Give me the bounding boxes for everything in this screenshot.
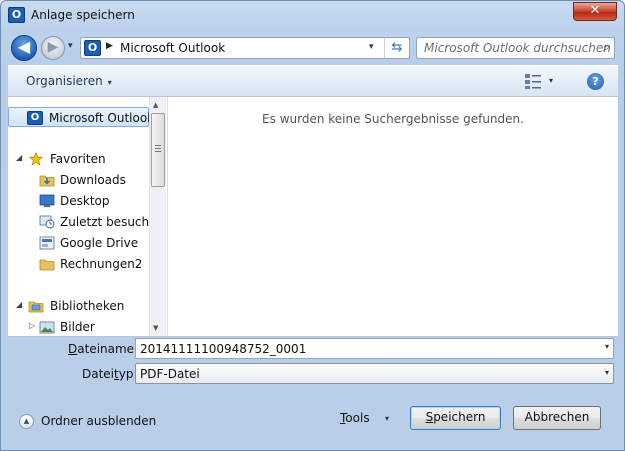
results-pane[interactable]: Es wurden keine Suchergebnisse gefunden. [168, 97, 618, 336]
nav-item-label: Bilder [60, 320, 95, 334]
expand-arrow-icon[interactable]: ▷ [29, 321, 35, 330]
filetype-value: PDF-Datei [140, 367, 200, 381]
nav-item-label: Google Drive [60, 236, 139, 250]
view-options-dropdown[interactable]: ▾ [549, 76, 553, 85]
filename-value: 20141111100948752_0001 [140, 342, 307, 356]
refresh-button[interactable]: ⇆ [384, 38, 409, 58]
downloads-folder-icon [39, 175, 55, 187]
window-title: Anlage speichern [31, 8, 135, 22]
tools-menu-button[interactable]: Tools [340, 411, 370, 425]
recent-places-icon [39, 215, 55, 229]
command-bar: Organisieren ▾ ▾ ? [8, 65, 618, 97]
main-area: O Microsoft Outlook ◢ Favoriten Download… [8, 97, 618, 337]
scroll-up-icon[interactable]: ▲ [153, 101, 158, 109]
google-drive-icon [39, 236, 55, 250]
scroll-thumb[interactable] [151, 113, 165, 187]
chevron-down-icon: ▾ [107, 78, 112, 87]
libraries-icon [28, 301, 44, 313]
breadcrumb-location[interactable]: Microsoft Outlook [120, 41, 225, 55]
nav-item-downloads[interactable]: Downloads [8, 170, 149, 190]
close-button[interactable]: ✕ [573, 2, 617, 21]
desktop-icon [39, 194, 55, 207]
nav-item-rechnungen2[interactable]: Rechnungen2 [8, 254, 149, 274]
collapse-up-icon: ▲ [19, 414, 34, 429]
nav-item-google-drive[interactable]: Google Drive [8, 233, 149, 253]
outlook-icon: O [27, 111, 43, 125]
nav-item-desktop[interactable]: Desktop [8, 191, 149, 211]
scroll-down-icon[interactable]: ▼ [153, 324, 158, 332]
organize-button[interactable]: Organisieren ▾ [26, 74, 112, 88]
title-bar: O Anlage speichern ✕ [1, 1, 624, 29]
filename-dropdown-icon[interactable]: ▾ [605, 342, 609, 351]
nav-item-recent-places[interactable]: Zuletzt besucht [8, 212, 154, 232]
filename-field[interactable]: 20141111100948752_0001 ▾ [135, 338, 614, 359]
filename-label: Dateiname: [68, 342, 138, 356]
nav-item-microsoft-outlook[interactable]: O Microsoft Outlook [8, 107, 154, 127]
tools-label: ools [345, 411, 370, 425]
empty-results-message: Es wurden keine Suchergebnisse gefunden. [262, 112, 524, 126]
organize-label: Organisieren [26, 74, 103, 88]
filename-label-text: ateiname: [77, 342, 139, 356]
breadcrumb-separator-icon[interactable]: ▶ [106, 41, 113, 51]
cancel-button[interactable]: Abbrechen [513, 406, 601, 430]
outlook-app-icon: O [8, 7, 25, 23]
help-icon[interactable]: ? [587, 73, 604, 90]
nav-item-label: Zuletzt besucht [60, 215, 154, 229]
search-input[interactable]: Microsoft Outlook durchsuchen ⌕ [416, 37, 615, 59]
nav-item-label: Desktop [60, 194, 110, 208]
nav-item-label: Microsoft Outlook [49, 111, 155, 125]
save-button[interactable]: Speichern [410, 406, 501, 430]
recent-locations-dropdown[interactable]: ▾ [68, 41, 73, 51]
folder-icon [39, 259, 55, 271]
filetype-select[interactable]: PDF-Datei ▾ [135, 363, 614, 384]
collapse-arrow-icon[interactable]: ◢ [16, 300, 22, 309]
nav-item-libraries[interactable]: ◢ Bibliotheken [8, 296, 149, 316]
filetype-dropdown-icon[interactable]: ▾ [605, 368, 609, 377]
forward-button[interactable]: ▶ [41, 36, 65, 60]
save-label: peichern [433, 410, 486, 424]
chevron-down-icon[interactable]: ▾ [385, 414, 389, 423]
nav-item-label: Favoriten [50, 152, 106, 166]
filetype-label: Dateityp: [82, 367, 138, 381]
back-button[interactable]: ◀ [11, 35, 37, 61]
search-placeholder: Microsoft Outlook durchsuchen [424, 41, 611, 55]
address-dropdown-icon[interactable]: ▾ [369, 42, 374, 52]
change-view-icon[interactable] [524, 72, 542, 90]
nav-pane-scrollbar[interactable]: ▲ ▼ [149, 97, 166, 336]
nav-item-favorites[interactable]: ◢ Favoriten [8, 149, 149, 169]
collapse-arrow-icon[interactable]: ◢ [16, 153, 22, 162]
pictures-icon [39, 321, 55, 334]
nav-item-label: Bibliotheken [50, 299, 125, 313]
search-icon[interactable]: ⌕ [603, 40, 610, 55]
filename-accesskey: D [68, 342, 78, 356]
navigation-pane: O Microsoft Outlook ◢ Favoriten Download… [8, 97, 167, 336]
grip-icon [155, 145, 161, 152]
nav-item-label: Downloads [60, 173, 126, 187]
outlook-location-icon: O [84, 40, 101, 56]
save-attachment-dialog: O Anlage speichern ✕ ◀ ▶ ▾ O ▶ Microsoft… [0, 0, 625, 451]
star-icon [28, 152, 44, 166]
hide-folders-label: Ordner ausblenden [41, 414, 157, 428]
nav-item-pictures[interactable]: ▷ Bilder [8, 317, 149, 336]
nav-item-label: Rechnungen2 [60, 257, 143, 271]
filetype-label-pre: Datei [82, 367, 115, 381]
address-bar[interactable]: O ▶ Microsoft Outlook ▾ ⇆ [80, 37, 410, 59]
